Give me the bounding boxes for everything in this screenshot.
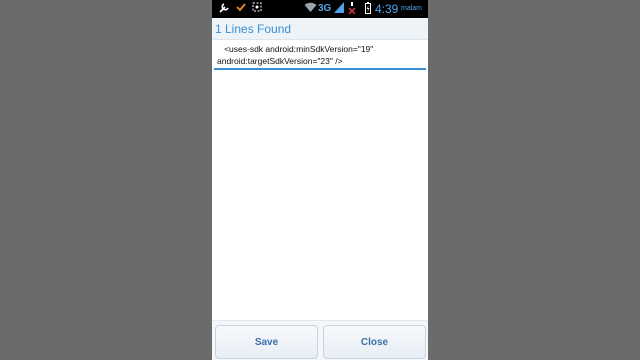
- wifi-icon: [304, 2, 317, 17]
- dialog-body: [212, 72, 428, 320]
- close-button[interactable]: Close: [323, 325, 426, 359]
- dialog-header: 1 Lines Found: [212, 18, 428, 40]
- check-icon: [236, 2, 246, 16]
- network-type: 3G: [318, 3, 332, 14]
- no-sim-icon: [348, 2, 356, 18]
- phone-screen: 3G 4:39 malam 1 Lines Found <uses-sdk an…: [212, 0, 428, 360]
- signal-icon: [334, 2, 344, 17]
- result-text: <uses-sdk android:minSdkVersion="19" and…: [217, 44, 374, 66]
- dialog-title: 1 Lines Found: [215, 22, 292, 36]
- clock: 4:39: [375, 2, 399, 16]
- screenshot-icon: [252, 2, 262, 16]
- wrench-icon: [218, 2, 230, 18]
- save-button[interactable]: Save: [215, 325, 318, 359]
- result-text-field[interactable]: <uses-sdk android:minSdkVersion="19" and…: [214, 42, 426, 70]
- status-bar: 3G 4:39 malam: [212, 0, 428, 18]
- battery-icon: [365, 2, 371, 18]
- clock-period: malam: [401, 5, 423, 12]
- button-bar: Save Close: [212, 320, 428, 360]
